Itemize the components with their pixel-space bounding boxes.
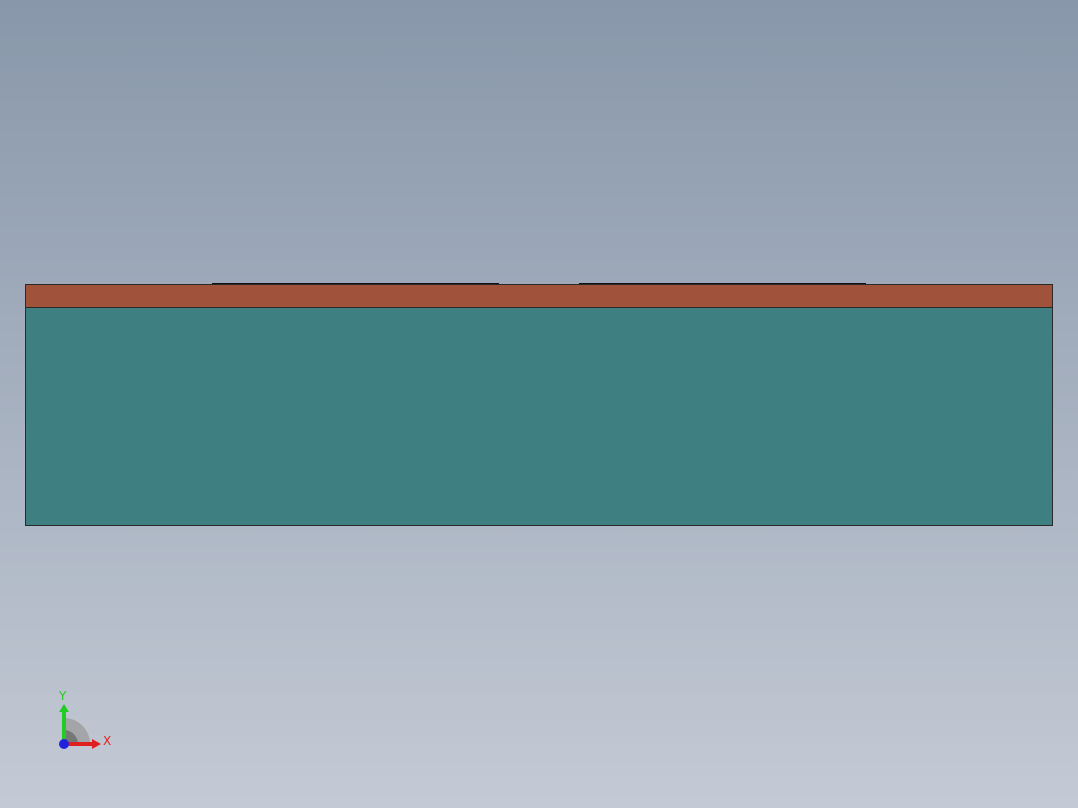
- part-model[interactable]: [25, 283, 1053, 526]
- x-axis-arrowhead-icon: [92, 739, 101, 749]
- copper-layer-face[interactable]: [25, 284, 1053, 308]
- z-axis-dot-icon: [59, 739, 69, 749]
- triad-icon: Y X: [58, 689, 111, 749]
- substrate-face[interactable]: [25, 307, 1053, 526]
- y-axis-label: Y: [58, 689, 67, 703]
- coordinate-triad: Y X: [50, 686, 120, 752]
- x-axis-label: X: [103, 734, 111, 748]
- graphics-viewport[interactable]: Y X: [0, 0, 1078, 808]
- y-axis-arrowhead-icon: [59, 704, 69, 712]
